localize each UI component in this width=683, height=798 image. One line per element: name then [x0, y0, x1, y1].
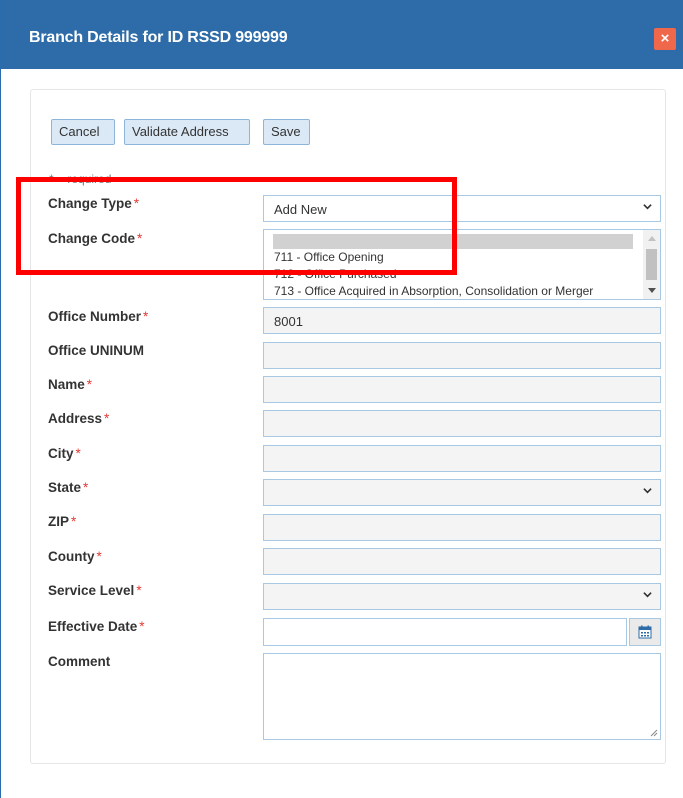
- required-star: *: [83, 480, 89, 495]
- chevron-down-icon: [643, 592, 652, 598]
- city-label: City *: [48, 446, 81, 461]
- required-star: *: [143, 309, 149, 324]
- name-label: Name *: [48, 377, 93, 392]
- chevron-down-icon: [643, 204, 652, 210]
- service-level-label: Service Level *: [48, 583, 142, 598]
- required-star: *: [75, 446, 81, 461]
- save-button[interactable]: Save: [263, 119, 310, 145]
- calendar-icon: [638, 625, 652, 639]
- address-label: Address *: [48, 411, 110, 426]
- effective-date-label: Effective Date *: [48, 619, 145, 634]
- listbox-scrollbar[interactable]: [643, 230, 660, 299]
- office-number-label: Office Number *: [48, 309, 149, 324]
- dialog-title: Branch Details for ID RSSD 999999: [29, 29, 288, 46]
- office-number-value: 8001: [274, 314, 303, 329]
- required-star: *: [139, 619, 145, 634]
- comment-textarea[interactable]: [263, 653, 661, 740]
- name-field[interactable]: [263, 376, 661, 403]
- state-label: State *: [48, 480, 89, 495]
- office-uninum-label: Office UNINUM: [48, 343, 145, 358]
- cancel-button[interactable]: Cancel: [51, 119, 115, 145]
- branch-details-dialog: Branch Details for ID RSSD 999999 × Canc…: [0, 0, 683, 798]
- office-number-field[interactable]: 8001: [263, 307, 661, 334]
- required-star: *: [104, 411, 110, 426]
- calendar-button[interactable]: [629, 618, 661, 646]
- effective-date-field[interactable]: [263, 618, 627, 646]
- dialog-titlebar: Branch Details for ID RSSD 999999 ×: [1, 0, 683, 69]
- zip-label: ZIP *: [48, 514, 77, 529]
- service-level-select[interactable]: [263, 583, 661, 610]
- validate-address-button[interactable]: Validate Address: [124, 119, 250, 145]
- scroll-thumb[interactable]: [646, 249, 657, 280]
- state-select[interactable]: [263, 479, 661, 506]
- scroll-down-icon[interactable]: [648, 288, 656, 293]
- office-uninum-field[interactable]: [263, 342, 661, 369]
- comment-label: Comment: [48, 654, 111, 669]
- zip-field[interactable]: [263, 514, 661, 541]
- annotation-highlight-box: [16, 177, 457, 275]
- required-star: *: [86, 377, 93, 392]
- address-field[interactable]: [263, 410, 661, 437]
- resize-handle-icon[interactable]: [650, 729, 658, 737]
- county-field[interactable]: [263, 548, 661, 575]
- list-item[interactable]: 713 - Office Acquired in Absorption, Con…: [274, 284, 593, 298]
- city-field[interactable]: [263, 445, 661, 472]
- close-button[interactable]: ×: [654, 28, 676, 50]
- scroll-up-icon[interactable]: [648, 236, 656, 241]
- required-star: *: [96, 549, 102, 564]
- required-star: *: [71, 514, 77, 529]
- county-label: County *: [48, 549, 102, 564]
- required-star: *: [136, 583, 142, 598]
- chevron-down-icon: [643, 488, 652, 494]
